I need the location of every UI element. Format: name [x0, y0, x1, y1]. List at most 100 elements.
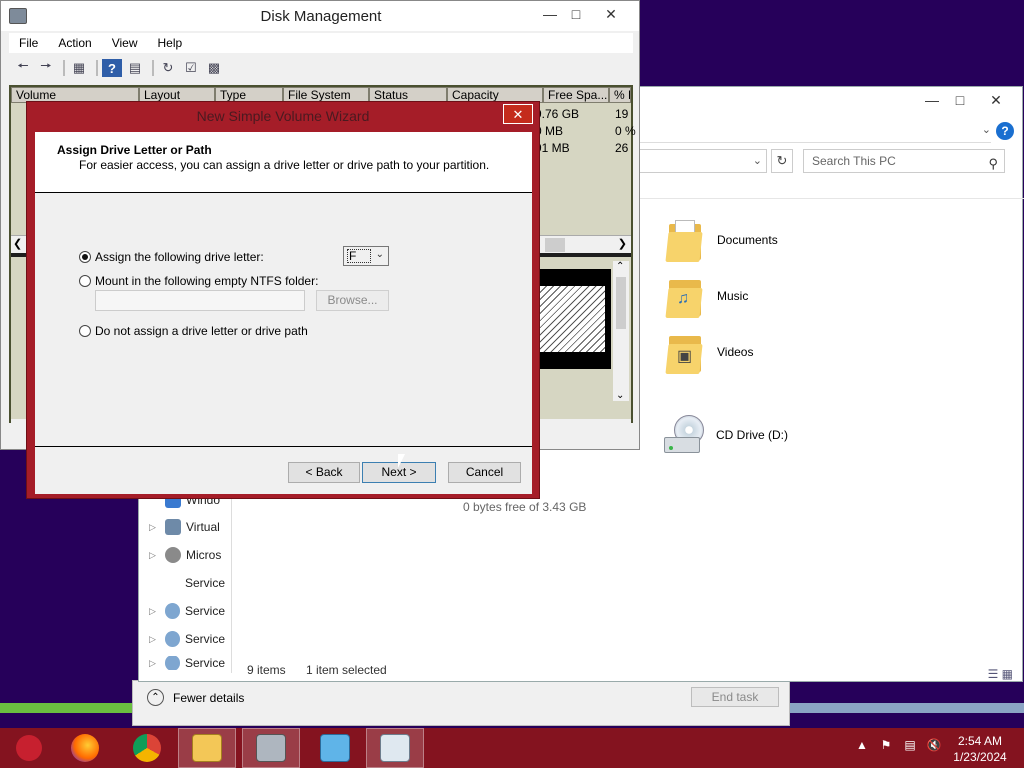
folder-music[interactable]: ♫ Music [665, 271, 827, 321]
radio-label: Assign the following drive letter: [95, 250, 264, 264]
chevron-down-icon[interactable]: ⌄ [753, 154, 762, 167]
search-placeholder: Search This PC [812, 154, 896, 168]
menu-file[interactable]: File [9, 33, 48, 53]
view-toggle-icons[interactable]: ☰ ▦ [988, 663, 1013, 685]
cd-drive-item[interactable]: CD Drive (D:) [664, 415, 788, 455]
forward-arrow-icon[interactable]: 🠖 [36, 58, 56, 77]
menu-help[interactable]: Help [148, 33, 193, 53]
maximize-button[interactable]: □ [943, 89, 977, 111]
col-percent-free[interactable]: % F [609, 87, 631, 103]
close-button[interactable]: ✕ [979, 89, 1013, 111]
nav-tree-item[interactable]: ▷ Service [139, 628, 225, 650]
vertical-scrollbar[interactable]: ⌃ ⌄ [613, 261, 629, 401]
scroll-thumb[interactable] [616, 277, 626, 329]
taskbar-clock[interactable]: 2:54 AM 1/23/2024 [944, 733, 1016, 765]
help-icon[interactable]: ? [996, 122, 1014, 140]
wizard-client-area: Assign Drive Letter or Path For easier a… [35, 132, 532, 494]
refresh-icon[interactable]: ↻ [158, 59, 178, 77]
cd-drive-label: CD Drive (D:) [716, 428, 788, 442]
expand-arrow-icon[interactable]: ▷ [149, 550, 159, 561]
virtual-icon [165, 519, 181, 535]
drive-letter-value: F [347, 249, 371, 263]
cancel-button[interactable]: Cancel [448, 462, 521, 483]
action-center-flag-icon[interactable]: ⚑ [874, 738, 898, 752]
taskbar-file-explorer[interactable] [178, 728, 236, 768]
radio-label: Mount in the following empty NTFS folder… [95, 274, 319, 288]
documents-folder-icon [665, 218, 703, 262]
back-button[interactable]: < Back [288, 462, 360, 483]
status-item-count: 9 items [247, 663, 286, 677]
tree-label: Service [184, 576, 225, 590]
network-icon[interactable]: ▤ [898, 738, 922, 752]
expand-arrow-icon[interactable]: ▷ [149, 606, 159, 617]
taskbar-chrome[interactable] [118, 728, 176, 768]
expand-arrow-icon[interactable]: ▷ [149, 522, 159, 533]
folder-documents[interactable]: Documents [665, 215, 827, 265]
tree-label: Virtual [186, 520, 220, 534]
search-input[interactable]: Search This PC ⚲ [803, 149, 1005, 173]
start-button[interactable] [0, 728, 58, 768]
properties-icon[interactable]: ▤ [125, 59, 145, 77]
nav-tree-item[interactable]: ▷ Virtual [139, 516, 225, 538]
col-free-space[interactable]: Free Spa... [543, 87, 609, 103]
nav-tree-item[interactable]: ▷ Micros [139, 544, 225, 566]
wizard-close-button[interactable]: ✕ [503, 104, 533, 124]
nav-tree-item[interactable]: ▷ Service [139, 656, 225, 670]
desktop-progress-fill [0, 703, 150, 713]
table-row[interactable]: 9.76 GB 19 [535, 107, 628, 121]
radio-unselected-icon[interactable] [79, 275, 91, 287]
user-icon [165, 547, 181, 563]
chevron-up-icon: ⌃ [147, 689, 164, 706]
help-icon[interactable]: ? [102, 59, 122, 77]
menu-view[interactable]: View [102, 33, 148, 53]
radio-no-letter[interactable]: Do not assign a drive letter or drive pa… [79, 324, 308, 338]
free-space-cell: 9.76 GB [535, 107, 580, 121]
maximize-button[interactable]: □ [561, 3, 591, 25]
nav-tree-item[interactable]: ▷ Service [139, 600, 225, 622]
search-icon: ⚲ [988, 156, 998, 171]
ntfs-folder-path-input [95, 290, 305, 311]
fewer-details-button[interactable]: ⌃ Fewer details [147, 689, 244, 706]
taskbar-disk-management[interactable] [242, 728, 300, 768]
end-task-button[interactable]: End task [691, 687, 779, 707]
radio-mount-folder[interactable]: Mount in the following empty NTFS folder… [79, 274, 318, 288]
scroll-up-icon[interactable]: ⌃ [616, 261, 624, 272]
settings-icon[interactable]: ▩ [204, 59, 224, 77]
scroll-right-icon[interactable]: ❯ [618, 237, 627, 250]
folder-label: Music [717, 289, 749, 303]
drive-letter-select[interactable]: F ⌄ [343, 246, 389, 266]
free-space-cell: 91 MB [535, 141, 570, 155]
radio-unselected-icon[interactable] [79, 325, 91, 337]
scroll-left-icon[interactable]: ❮ [13, 237, 22, 250]
check-disk-icon[interactable]: ☑ [181, 59, 201, 77]
radio-assign-letter[interactable]: Assign the following drive letter: [79, 250, 264, 264]
taskbar: ▲ ⚑ ▤ 🔇 2:54 AM 1/23/2024 [0, 728, 1024, 768]
music-folder-icon: ♫ [665, 274, 703, 318]
console-tree-icon[interactable]: ▦ [69, 59, 89, 77]
back-arrow-icon[interactable]: 🠔 [13, 58, 33, 77]
address-bar[interactable]: ⌄ [639, 149, 767, 173]
table-row[interactable]: 91 MB 26 [535, 141, 628, 155]
explorer-status-bar: 9 items 1 item selected ☰ ▦ [233, 659, 1023, 681]
taskbar-task-manager[interactable] [366, 728, 424, 768]
expand-arrow-icon[interactable]: ▷ [149, 634, 159, 645]
scroll-thumb[interactable] [545, 238, 565, 252]
refresh-button[interactable]: ↻ [771, 149, 793, 173]
taskbar-installer[interactable] [306, 728, 364, 768]
volume-muted-icon[interactable]: 🔇 [922, 738, 946, 752]
toolbar: 🠔 🠖 ▦ ? ▤ ↻ ☑ ▩ [9, 55, 633, 81]
unallocated-partition-block[interactable] [529, 269, 611, 369]
taskbar-firefox[interactable] [56, 728, 114, 768]
expand-arrow-icon[interactable]: ▷ [149, 658, 159, 669]
tree-label: Service [184, 604, 225, 618]
chevron-down-icon[interactable]: ⌄ [982, 123, 991, 136]
radio-selected-icon[interactable] [79, 251, 91, 263]
percent-free-cell: 0 % [615, 124, 636, 138]
close-button[interactable]: ✕ [589, 3, 633, 25]
tray-overflow-icon[interactable]: ▲ [850, 738, 874, 752]
folder-videos[interactable]: ▣ Videos [665, 327, 827, 377]
scroll-down-icon[interactable]: ⌄ [616, 390, 624, 401]
menu-action[interactable]: Action [48, 33, 101, 53]
task-manager-window: ⌃ Fewer details End task [132, 680, 790, 726]
nav-tree-item[interactable]: Service [139, 572, 225, 594]
